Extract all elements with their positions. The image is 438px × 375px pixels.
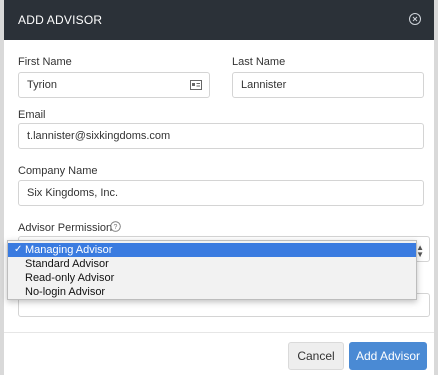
- first-name-value: Tyrion: [27, 79, 57, 91]
- svg-text:?: ?: [114, 224, 118, 231]
- email-field[interactable]: t.lannister@sixkingdoms.com: [18, 123, 424, 149]
- option-managing-advisor[interactable]: ✓ Managing Advisor: [8, 243, 416, 257]
- modal-header: ADD ADVISOR: [4, 0, 434, 40]
- add-advisor-modal: ADD ADVISOR First Name Tyrion Last Name …: [4, 0, 434, 375]
- company-name-label: Company Name: [18, 165, 98, 177]
- last-name-field[interactable]: Lannister: [232, 72, 424, 98]
- option-standard-advisor[interactable]: Standard Advisor: [8, 257, 416, 271]
- first-name-label: First Name: [18, 56, 72, 68]
- add-advisor-button[interactable]: Add Advisor: [349, 342, 427, 370]
- last-name-value: Lannister: [241, 79, 287, 91]
- modal-title: ADD ADVISOR: [18, 13, 103, 27]
- footer-divider: [4, 332, 434, 333]
- select-arrows-icon: ▲ ▼: [416, 243, 424, 259]
- checkmark-icon: ✓: [14, 244, 23, 255]
- cancel-button[interactable]: Cancel: [288, 342, 344, 370]
- close-icon[interactable]: [408, 12, 422, 26]
- company-name-value: Six Kingdoms, Inc.: [27, 187, 119, 199]
- email-value: t.lannister@sixkingdoms.com: [27, 130, 171, 142]
- question-circle-icon[interactable]: ?: [110, 221, 121, 232]
- id-card-icon: [190, 80, 202, 90]
- advisor-permission-label: Advisor Permission: [18, 222, 113, 234]
- advisor-permission-dropdown: ✓ Managing Advisor Standard Advisor Read…: [7, 240, 417, 300]
- option-read-only-advisor[interactable]: Read-only Advisor: [8, 271, 416, 285]
- company-name-field[interactable]: Six Kingdoms, Inc.: [18, 180, 424, 206]
- email-label: Email: [18, 109, 46, 121]
- option-no-login-advisor[interactable]: No-login Advisor: [8, 285, 416, 299]
- first-name-field[interactable]: Tyrion: [18, 72, 210, 98]
- last-name-label: Last Name: [232, 56, 286, 68]
